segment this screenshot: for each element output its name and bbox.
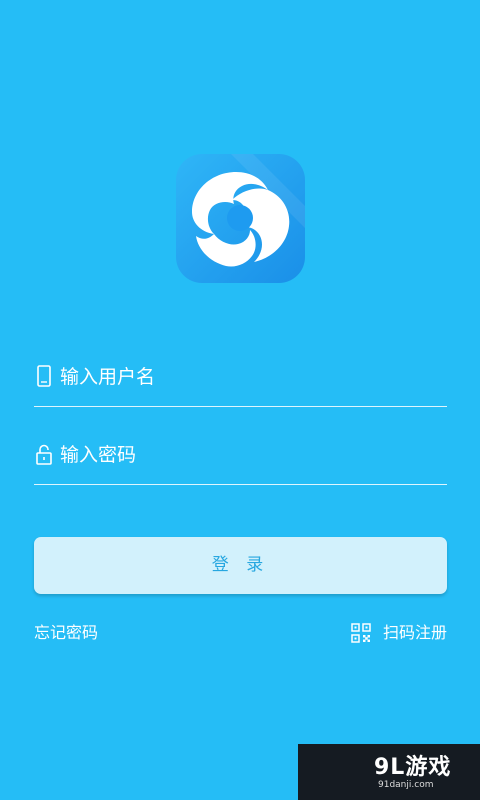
app-logo-icon — [176, 154, 305, 283]
qr-code-icon — [351, 623, 371, 643]
watermark-brand: 9L游戏 — [374, 755, 452, 780]
watermark-site: 91danji.com — [378, 780, 434, 790]
lock-icon — [34, 443, 54, 465]
password-field[interactable] — [34, 432, 447, 485]
phone-icon — [34, 365, 54, 387]
username-field[interactable] — [34, 354, 447, 407]
login-button[interactable]: 登 录 — [34, 537, 447, 594]
username-input[interactable] — [60, 360, 440, 394]
watermark: 9L游戏 91danji.com — [298, 744, 480, 800]
scan-register-link[interactable]: 扫码注册 — [351, 621, 447, 645]
password-input[interactable] — [60, 438, 440, 472]
scan-register-label: 扫码注册 — [382, 623, 447, 642]
forgot-password-link[interactable]: 忘记密码 — [34, 622, 98, 644]
